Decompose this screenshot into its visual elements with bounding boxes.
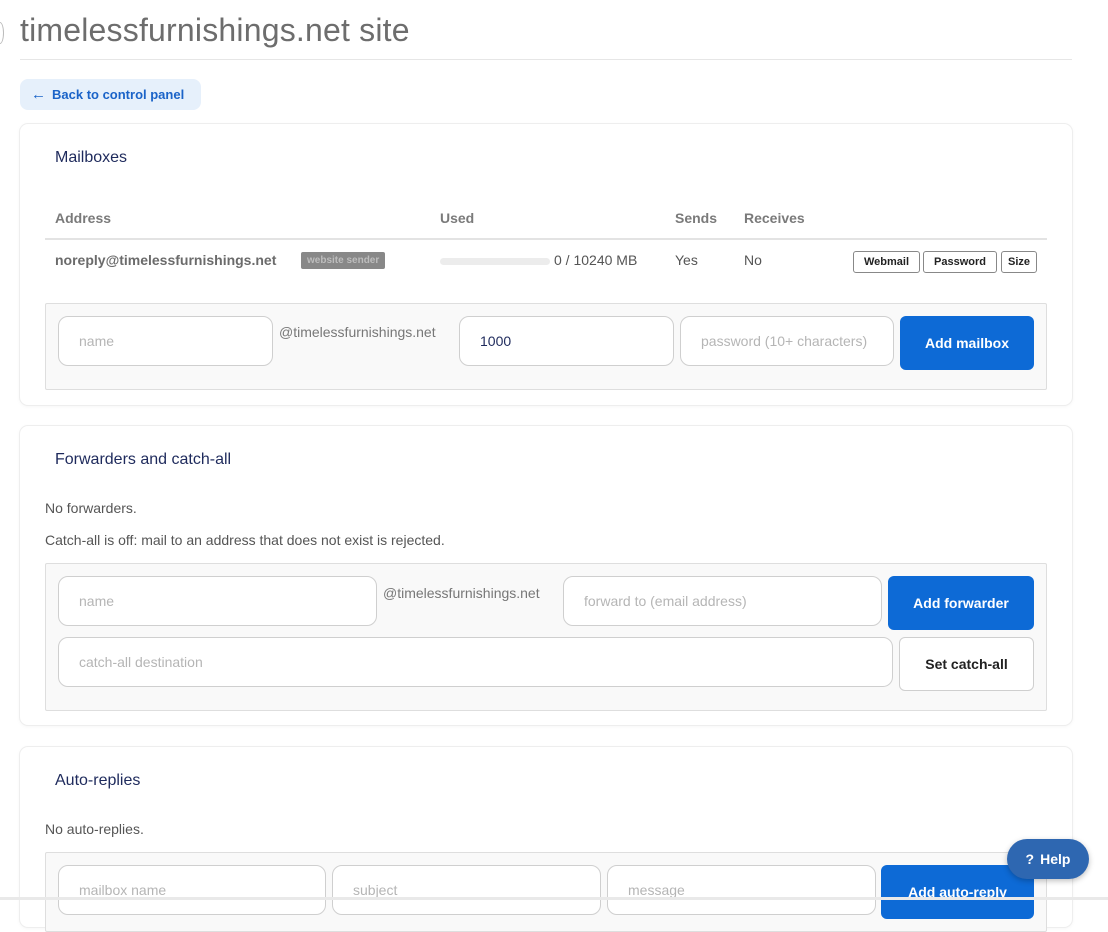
page-title: timelessfurnishings.net site <box>20 12 410 48</box>
forwarder-domain-suffix: @timelessfurnishings.net <box>383 585 540 601</box>
forwarder-name-input[interactable]: name <box>58 576 377 626</box>
mailbox-name-input[interactable]: name <box>58 316 273 366</box>
back-button-label: Back to control panel <box>52 87 185 102</box>
autoreplies-card: Auto-replies No auto-replies. mailbox na… <box>20 747 1072 932</box>
mailbox-password-input[interactable]: password (10+ characters) <box>680 316 894 366</box>
mailboxes-heading: Mailboxes <box>55 149 128 166</box>
mailboxes-card: Mailboxes Address Used Sends Receives no… <box>20 124 1072 405</box>
website-sender-badge: website sender <box>301 252 386 269</box>
arrow-left-icon: ← <box>31 86 46 103</box>
forwarders-card: Forwarders and catch-all No forwarders. … <box>20 426 1072 725</box>
forward-to-input[interactable]: forward to (email address) <box>563 576 882 626</box>
autoreply-message-placeholder: message <box>628 882 685 898</box>
help-button[interactable]: ? Help <box>1007 839 1089 879</box>
autoreply-mailbox-placeholder: mailbox name <box>79 882 167 898</box>
autoreply-subject-placeholder: subject <box>353 882 398 898</box>
add-forwarder-button[interactable]: Add forwarder <box>888 576 1034 630</box>
forward-to-placeholder: forward to (email address) <box>584 593 747 609</box>
back-to-control-panel-button[interactable]: ← Back to control panel <box>20 79 201 110</box>
usage-text: 0 / 10240 MB <box>554 252 638 268</box>
no-autoreplies-text: No auto-replies. <box>45 821 144 837</box>
autoreply-subject-input[interactable]: subject <box>332 865 601 915</box>
mailbox-name-placeholder: name <box>79 333 115 349</box>
column-header-used: Used <box>440 210 475 226</box>
set-catchall-button[interactable]: Set catch-all <box>899 637 1034 691</box>
autoreply-message-input[interactable]: message <box>607 865 876 915</box>
table-header-divider <box>45 238 1047 240</box>
help-icon: ? <box>1025 851 1035 867</box>
help-label: Help <box>1040 851 1071 867</box>
catchall-status-text: Catch-all is off: mail to an address tha… <box>45 532 445 548</box>
receives-value: No <box>744 252 762 268</box>
size-button[interactable]: Size <box>1001 251 1037 273</box>
mailbox-size-value: 1000 <box>480 333 512 349</box>
forwarders-heading: Forwarders and catch-all <box>55 451 232 468</box>
add-autoreply-button[interactable]: Add auto-reply <box>881 865 1034 919</box>
window-edge-marker <box>0 22 4 44</box>
usage-progress-bar <box>440 258 550 265</box>
column-header-sends: Sends <box>675 210 718 226</box>
forwarder-name-placeholder: name <box>79 593 115 609</box>
catchall-destination-placeholder: catch-all destination <box>79 654 203 670</box>
title-divider <box>20 59 1072 60</box>
add-forwarder-form: name @timelessfurnishings.net forward to… <box>45 563 1047 711</box>
mailbox-password-placeholder: password (10+ characters) <box>701 333 868 349</box>
catchall-destination-input[interactable]: catch-all destination <box>58 637 893 687</box>
mailbox-domain-suffix: @timelessfurnishings.net <box>279 324 436 340</box>
password-button[interactable]: Password <box>923 251 997 273</box>
no-forwarders-text: No forwarders. <box>45 500 137 516</box>
column-header-address: Address <box>55 210 112 226</box>
add-autoreply-form: mailbox name subject message Add auto-re… <box>45 852 1047 932</box>
add-mailbox-form: name @timelessfurnishings.net 1000 passw… <box>45 303 1047 390</box>
column-header-receives: Receives <box>744 210 805 226</box>
add-mailbox-button[interactable]: Add mailbox <box>900 316 1034 370</box>
mailbox-size-input[interactable]: 1000 <box>459 316 674 366</box>
sends-value: Yes <box>675 252 698 268</box>
mailbox-address: noreply@timelessfurnishings.net <box>55 252 277 268</box>
webmail-button[interactable]: Webmail <box>853 251 920 273</box>
autoreply-mailbox-input[interactable]: mailbox name <box>58 865 326 915</box>
autoreplies-heading: Auto-replies <box>55 772 141 789</box>
